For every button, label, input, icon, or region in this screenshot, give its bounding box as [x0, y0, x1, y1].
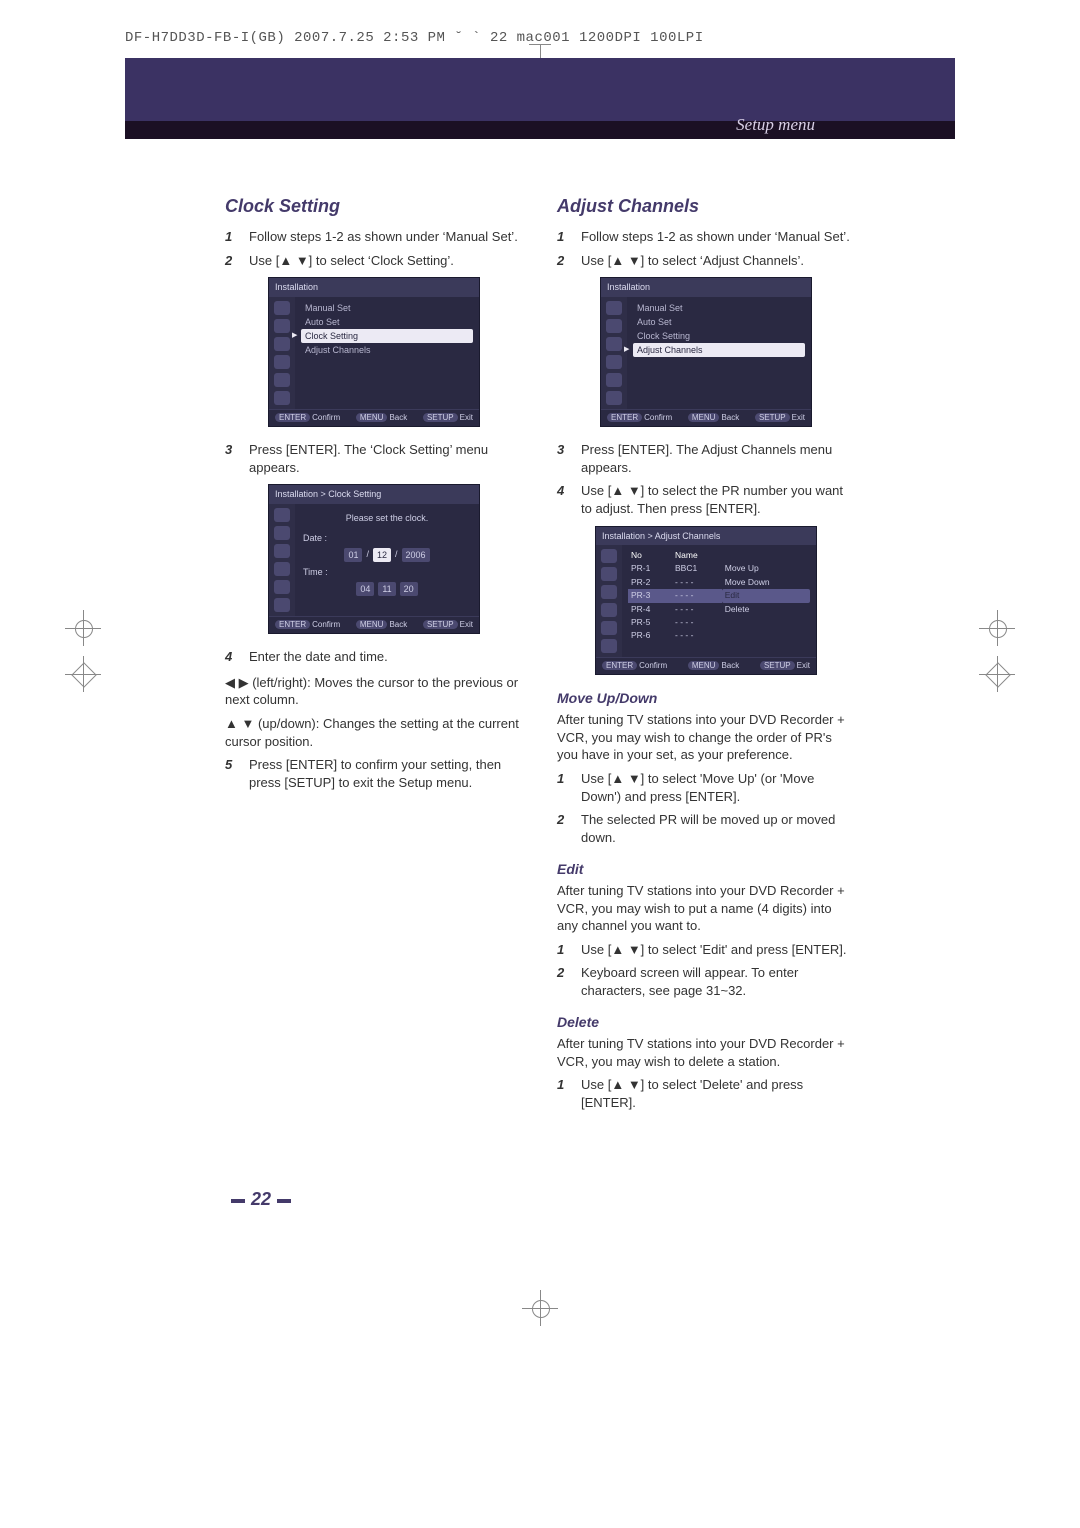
delete-title: Delete	[557, 1013, 855, 1032]
osd2-title: Installation > Clock Setting	[269, 485, 479, 503]
registration-marks-bottom	[125, 1290, 955, 1341]
osd-clock-setting: Installation > Clock Setting Please set …	[268, 484, 480, 634]
edit-step-2: Keyboard screen will appear. To enter ch…	[581, 964, 855, 999]
move-step-1: Use [▲ ▼] to select 'Move Up' (or 'Move …	[581, 770, 855, 805]
registration-marks-left	[65, 610, 101, 702]
right-step-2: Use [▲ ▼] to select ‘Adjust Channels’.	[581, 252, 804, 270]
left-step-1: Follow steps 1-2 as shown under ‘Manual …	[249, 228, 518, 246]
move-updown-body: After tuning TV stations into your DVD R…	[557, 711, 855, 764]
edit-step-1: Use [▲ ▼] to select 'Edit' and press [EN…	[581, 941, 847, 959]
left-step-4b: ▲ ▼ (up/down): Changes the setting at th…	[225, 715, 523, 750]
crop-mark-top	[125, 44, 955, 58]
left-step-4a: ◀ ▶ (left/right): Moves the cursor to th…	[225, 674, 523, 709]
right-step-4: Use [▲ ▼] to select the PR number you wa…	[581, 482, 855, 517]
clock-setting-title: Clock Setting	[225, 194, 523, 218]
move-updown-title: Move Up/Down	[557, 689, 855, 708]
header-band-dark: Setup menu	[125, 121, 955, 139]
edit-body: After tuning TV stations into your DVD R…	[557, 882, 855, 935]
registration-marks-right	[979, 610, 1015, 702]
osd1-title: Installation	[269, 278, 479, 296]
move-step-2: The selected PR will be moved up or move…	[581, 811, 855, 846]
left-step-4: Enter the date and time.	[249, 648, 388, 666]
header-band	[125, 58, 955, 121]
edit-title: Edit	[557, 860, 855, 879]
osd-adjust-channels: Installation > Adjust Channels NoName PR…	[595, 526, 817, 676]
left-step-2: Use [▲ ▼] to select ‘Clock Setting’.	[249, 252, 454, 270]
left-step-3: Press [ENTER]. The ‘Clock Setting’ menu …	[249, 441, 523, 476]
osd4-title: Installation > Adjust Channels	[596, 527, 816, 545]
osd3-title: Installation	[601, 278, 811, 296]
right-step-3: Press [ENTER]. The Adjust Channels menu …	[581, 441, 855, 476]
left-step-5: Press [ENTER] to confirm your setting, t…	[249, 756, 523, 791]
osd-installation-clock: Installation Manual Set Auto Set Clock S…	[268, 277, 480, 427]
osd-installation-adjust: Installation Manual Set Auto Set Clock S…	[600, 277, 812, 427]
delete-step-1: Use [▲ ▼] to select 'Delete' and press […	[581, 1076, 855, 1111]
right-step-1: Follow steps 1-2 as shown under ‘Manual …	[581, 228, 850, 246]
left-column: Clock Setting 1Follow steps 1-2 as shown…	[225, 194, 523, 1119]
osd1-menu: Manual Set Auto Set Clock Setting Adjust…	[295, 297, 479, 409]
right-column: Adjust Channels 1Follow steps 1-2 as sho…	[557, 194, 855, 1119]
breadcrumb: Setup menu	[736, 115, 815, 135]
page-number: 22	[225, 1189, 297, 1209]
adjust-channels-title: Adjust Channels	[557, 194, 855, 218]
delete-body: After tuning TV stations into your DVD R…	[557, 1035, 855, 1070]
